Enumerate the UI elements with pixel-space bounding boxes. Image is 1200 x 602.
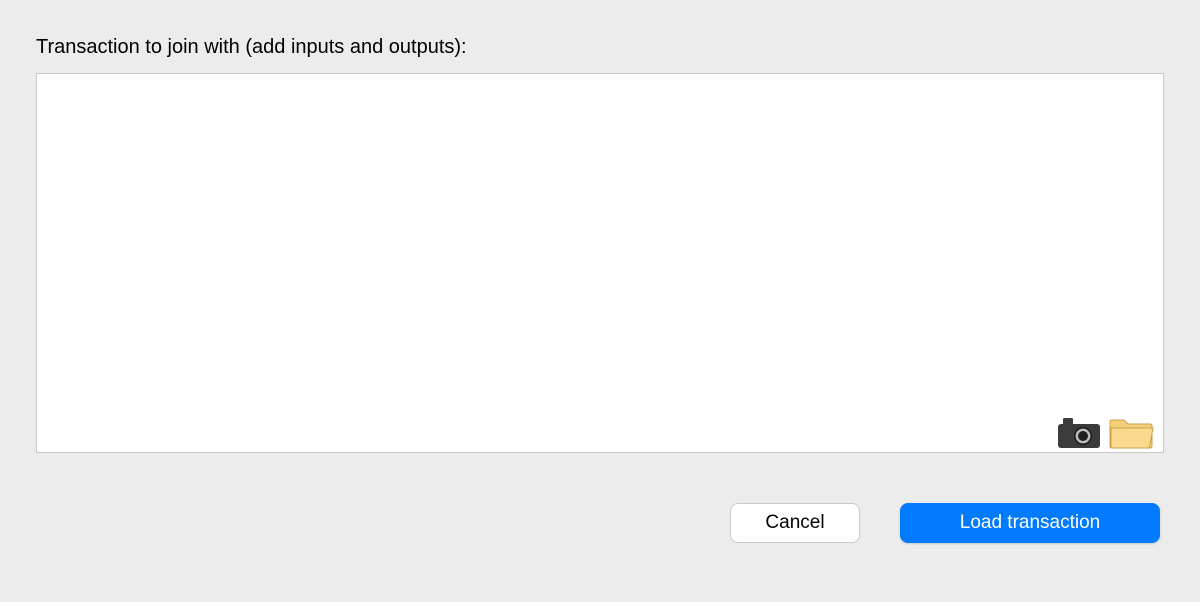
dialog-button-row: Cancel Load transaction — [36, 503, 1164, 543]
input-icon-row — [1056, 415, 1154, 451]
transaction-join-label: Transaction to join with (add inputs and… — [36, 36, 1164, 59]
cancel-button[interactable]: Cancel — [730, 503, 860, 543]
camera-icon[interactable] — [1056, 415, 1102, 451]
folder-icon[interactable] — [1108, 415, 1154, 451]
transaction-input[interactable] — [36, 73, 1164, 453]
load-transaction-button[interactable]: Load transaction — [900, 503, 1160, 543]
transaction-input-container — [36, 73, 1164, 459]
